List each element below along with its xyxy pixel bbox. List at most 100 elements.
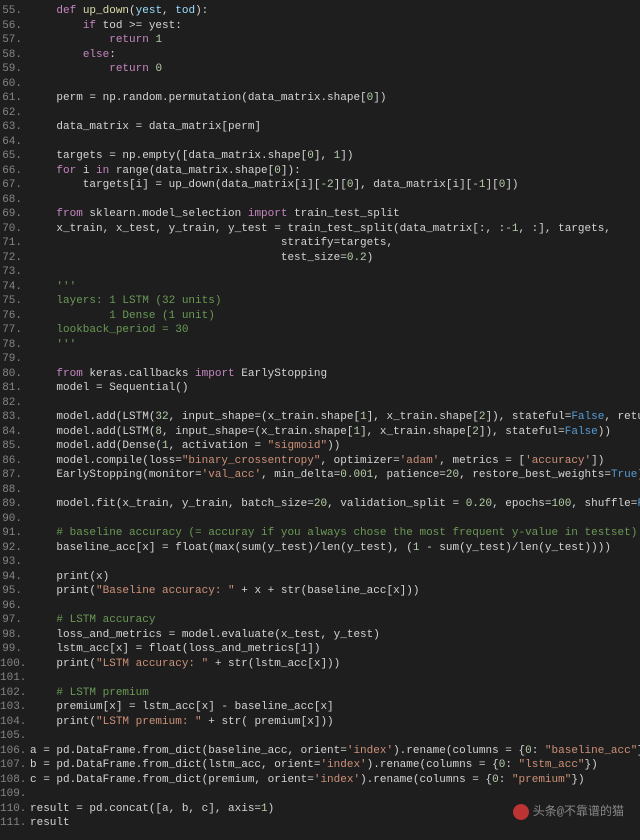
line-number: 74.	[0, 280, 30, 295]
code-line[interactable]: test_size=0.2)	[30, 251, 640, 266]
line-number: 108.	[0, 773, 30, 788]
code-line[interactable]: 1 Dense (1 unit)	[30, 309, 640, 324]
line-number: 71.	[0, 236, 30, 251]
line-number: 100.	[0, 657, 30, 672]
line-number: 102.	[0, 686, 30, 701]
line-number: 70.	[0, 222, 30, 237]
code-line[interactable]: else:	[30, 48, 640, 63]
code-line[interactable]: return 1	[30, 33, 640, 48]
line-number: 92.	[0, 541, 30, 556]
code-line[interactable]: print("LSTM accuracy: " + str(lstm_acc[x…	[30, 657, 640, 672]
code-line[interactable]: print("LSTM premium: " + str( premium[x]…	[30, 715, 640, 730]
code-line[interactable]	[30, 77, 640, 92]
code-line[interactable]: '''	[30, 338, 640, 353]
line-number: 89.	[0, 497, 30, 512]
code-line[interactable]	[30, 512, 640, 527]
code-line[interactable]: a = pd.DataFrame.from_dict(baseline_acc,…	[30, 744, 640, 759]
code-line[interactable]: def up_down(yest, tod):	[30, 4, 640, 19]
code-line[interactable]	[30, 483, 640, 498]
code-area[interactable]: def up_down(yest, tod): if tod >= yest: …	[30, 4, 640, 831]
code-line[interactable]	[30, 729, 640, 744]
line-gutter: 55.56.57.58.59.60.61.62.63.64.65.66.67.6…	[0, 4, 30, 831]
code-line[interactable]: model.add(LSTM(8, input_shape=(x_train.s…	[30, 425, 640, 440]
code-line[interactable]: lookback_period = 30	[30, 323, 640, 338]
line-number: 111.	[0, 816, 30, 831]
line-number: 97.	[0, 613, 30, 628]
code-line[interactable]: model.add(Dense(1, activation = "sigmoid…	[30, 439, 640, 454]
code-line[interactable]: targets[i] = up_down(data_matrix[i][-2][…	[30, 178, 640, 193]
watermark-icon	[513, 804, 529, 820]
line-number: 57.	[0, 33, 30, 48]
line-number: 96.	[0, 599, 30, 614]
code-line[interactable]	[30, 396, 640, 411]
code-line[interactable]: c = pd.DataFrame.from_dict(premium, orie…	[30, 773, 640, 788]
line-number: 77.	[0, 323, 30, 338]
line-number: 56.	[0, 19, 30, 34]
code-line[interactable]: EarlyStopping(monitor='val_acc', min_del…	[30, 468, 640, 483]
code-line[interactable]	[30, 599, 640, 614]
code-line[interactable]: for i in range(data_matrix.shape[0]):	[30, 164, 640, 179]
line-number: 65.	[0, 149, 30, 164]
code-line[interactable]: data_matrix = data_matrix[perm]	[30, 120, 640, 135]
code-line[interactable]: model.compile(loss="binary_crossentropy"…	[30, 454, 640, 469]
code-line[interactable]: model = Sequential()	[30, 381, 640, 396]
line-number: 109.	[0, 787, 30, 802]
code-line[interactable]	[30, 352, 640, 367]
code-line[interactable]: stratify=targets,	[30, 236, 640, 251]
line-number: 60.	[0, 77, 30, 92]
code-line[interactable]: # LSTM premium	[30, 686, 640, 701]
line-number: 72.	[0, 251, 30, 266]
code-line[interactable]: '''	[30, 280, 640, 295]
line-number: 94.	[0, 570, 30, 585]
code-line[interactable]: lstm_acc[x] = float(loss_and_metrics[1])	[30, 642, 640, 657]
line-number: 87.	[0, 468, 30, 483]
line-number: 107.	[0, 758, 30, 773]
line-number: 61.	[0, 91, 30, 106]
line-number: 84.	[0, 425, 30, 440]
code-line[interactable]	[30, 106, 640, 121]
code-line[interactable]: # baseline accuracy (= accuray if you al…	[30, 526, 640, 541]
code-line[interactable]: b = pd.DataFrame.from_dict(lstm_acc, ori…	[30, 758, 640, 773]
code-line[interactable]	[30, 135, 640, 150]
code-line[interactable]	[30, 265, 640, 280]
line-number: 73.	[0, 265, 30, 280]
code-line[interactable]: model.fit(x_train, y_train, batch_size=2…	[30, 497, 640, 512]
code-editor[interactable]: 55.56.57.58.59.60.61.62.63.64.65.66.67.6…	[0, 0, 640, 835]
watermark-text: 头条@不靠谱的猫	[533, 805, 624, 820]
code-line[interactable]: targets = np.empty([data_matrix.shape[0]…	[30, 149, 640, 164]
code-line[interactable]: return 0	[30, 62, 640, 77]
line-number: 82.	[0, 396, 30, 411]
line-number: 58.	[0, 48, 30, 63]
code-line[interactable]: from sklearn.model_selection import trai…	[30, 207, 640, 222]
line-number: 90.	[0, 512, 30, 527]
code-line[interactable]: if tod >= yest:	[30, 19, 640, 34]
line-number: 79.	[0, 352, 30, 367]
line-number: 106.	[0, 744, 30, 759]
code-line[interactable]: loss_and_metrics = model.evaluate(x_test…	[30, 628, 640, 643]
code-line[interactable]: x_train, x_test, y_train, y_test = train…	[30, 222, 640, 237]
code-line[interactable]: print(x)	[30, 570, 640, 585]
line-number: 63.	[0, 120, 30, 135]
code-line[interactable]: print("Baseline accuracy: " + x + str(ba…	[30, 584, 640, 599]
line-number: 76.	[0, 309, 30, 324]
code-line[interactable]: # LSTM accuracy	[30, 613, 640, 628]
line-number: 91.	[0, 526, 30, 541]
line-number: 86.	[0, 454, 30, 469]
line-number: 83.	[0, 410, 30, 425]
code-line[interactable]: baseline_acc[x] = float(max(sum(y_test)/…	[30, 541, 640, 556]
code-line[interactable]	[30, 671, 640, 686]
code-line[interactable]	[30, 787, 640, 802]
line-number: 78.	[0, 338, 30, 353]
line-number: 69.	[0, 207, 30, 222]
line-number: 110.	[0, 802, 30, 817]
code-line[interactable]: from keras.callbacks import EarlyStoppin…	[30, 367, 640, 382]
code-line[interactable]: perm = np.random.permutation(data_matrix…	[30, 91, 640, 106]
code-line[interactable]: layers: 1 LSTM (32 units)	[30, 294, 640, 309]
code-line[interactable]: premium[x] = lstm_acc[x] - baseline_acc[…	[30, 700, 640, 715]
line-number: 64.	[0, 135, 30, 150]
line-number: 103.	[0, 700, 30, 715]
code-line[interactable]	[30, 193, 640, 208]
line-number: 62.	[0, 106, 30, 121]
code-line[interactable]	[30, 555, 640, 570]
code-line[interactable]: model.add(LSTM(32, input_shape=(x_train.…	[30, 410, 640, 425]
